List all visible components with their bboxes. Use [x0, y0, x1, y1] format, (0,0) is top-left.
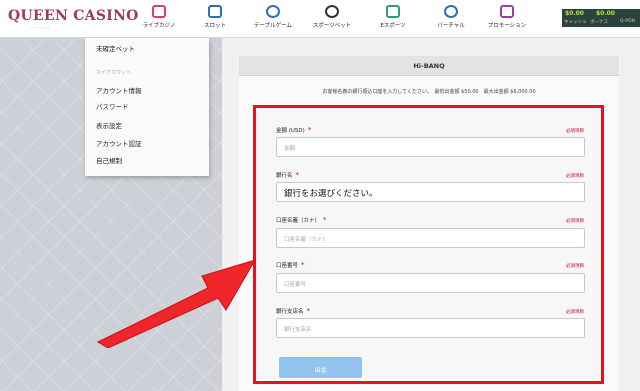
- input-placeholder: 口座番号: [284, 282, 307, 288]
- nav-virtual[interactable]: バーチャル: [420, 5, 482, 35]
- cash-balance: $0.00: [565, 10, 584, 17]
- amount-input[interactable]: 金額: [276, 137, 585, 157]
- account-dropdown-menu: 未確定ベット マイアカウント アカウント情報 パスワード 表示設定 アカウント認…: [85, 38, 209, 176]
- virtual-icon: [444, 5, 458, 18]
- nav-label: ライブカジノ: [142, 23, 176, 29]
- bonus-balance: $0.00: [596, 10, 615, 17]
- nav-slot[interactable]: スロット: [184, 5, 246, 35]
- menu-item-self-exclusion[interactable]: 自己規制: [96, 155, 122, 165]
- required-badge: 必須項目: [566, 129, 584, 134]
- menu-item-password[interactable]: パスワード: [96, 101, 129, 111]
- nav-sports-bet[interactable]: スポーツベット: [301, 5, 363, 35]
- top-header: QUEEN CASINO · · · · · · · · ライブカジノ スロット…: [0, 0, 640, 38]
- nav-label: バーチャル: [437, 23, 465, 29]
- required-badge: 必須項目: [566, 310, 584, 315]
- account-holder-label: 口座名義（カナ） *: [276, 216, 327, 224]
- esports-icon: [386, 5, 400, 18]
- branch-name-input[interactable]: 銀行支店名: [276, 318, 585, 338]
- account-number-label: 口座番号 *: [276, 261, 305, 269]
- wallet-balance[interactable]: $0.00 $0.00 キャッシュ ボーナス Q-PON: [562, 9, 640, 27]
- menu-section-heading: マイアカウント: [96, 70, 132, 76]
- slot-icon: [208, 5, 222, 18]
- withdraw-info: お客様名義の銀行振込口座を入力してください。 最低出金額 $50.00 最大出金…: [322, 89, 536, 95]
- nav-live-casino[interactable]: ライブカジノ: [128, 5, 190, 35]
- menu-item-unsettled-bets[interactable]: 未確定ベット: [96, 43, 135, 53]
- points-label: Q-PON: [620, 19, 635, 24]
- bank-name-label: 銀行名 *: [276, 171, 300, 179]
- menu-item-account-info[interactable]: アカウント情報: [96, 85, 142, 95]
- required-badge: 必須項目: [566, 264, 584, 269]
- live-casino-icon: [152, 5, 166, 18]
- nav-label: スロット: [203, 23, 226, 29]
- cash-label: キャッシュ: [564, 20, 587, 25]
- required-badge: 必須項目: [566, 219, 584, 224]
- branch-name-label: 銀行支店名 *: [276, 307, 311, 315]
- panel-header: Hi-BANQ: [239, 56, 619, 76]
- menu-item-verification[interactable]: アカウント認証: [96, 138, 142, 148]
- queen-casino-logo[interactable]: QUEEN CASINO: [8, 8, 139, 24]
- account-holder-input[interactable]: 口座名義（カナ）: [276, 228, 585, 248]
- nav-table-game[interactable]: テーブルゲーム: [242, 5, 304, 35]
- amount-label: 金額 (USD) *: [276, 126, 312, 134]
- nav-label: Eスポーツ: [380, 23, 406, 29]
- nav-esports[interactable]: Eスポーツ: [362, 5, 424, 35]
- table-game-icon: [266, 5, 280, 18]
- bank-name-select[interactable]: 銀行をお選びください。: [276, 182, 585, 202]
- nav-label: スポーツベット: [312, 23, 352, 29]
- nav-label: プロモーション: [487, 23, 527, 29]
- nav-label: テーブルゲーム: [253, 23, 292, 29]
- bonus-label: ボーナス: [590, 20, 608, 25]
- required-badge: 必須項目: [566, 174, 584, 179]
- submit-label: 出金: [314, 367, 327, 374]
- select-value: 銀行をお選びください。: [284, 189, 378, 199]
- account-number-input[interactable]: 口座番号: [276, 273, 585, 293]
- sports-bet-icon: [325, 5, 339, 18]
- input-placeholder: 口座名義（カナ）: [284, 237, 329, 243]
- panel-title: Hi-BANQ: [413, 62, 445, 70]
- promotion-icon: [500, 5, 514, 18]
- logo-subtitle: · · · · · · · ·: [30, 25, 50, 30]
- nav-promotion[interactable]: プロモーション: [476, 5, 538, 35]
- input-placeholder: 金額: [284, 146, 296, 152]
- red-arrow-annotation: [96, 259, 257, 348]
- withdraw-submit-button[interactable]: 出金: [279, 357, 362, 378]
- input-placeholder: 銀行支店名: [284, 327, 312, 333]
- menu-item-display-settings[interactable]: 表示設定: [96, 120, 122, 130]
